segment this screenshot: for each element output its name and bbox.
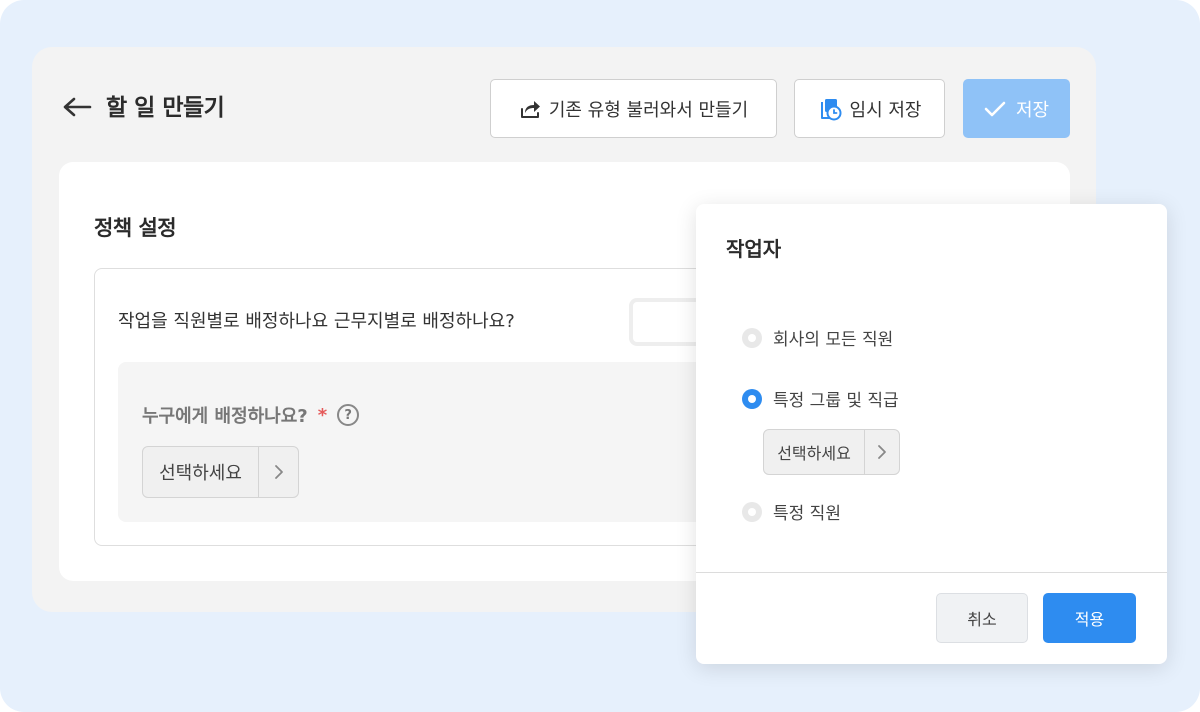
check-icon: [984, 101, 1006, 116]
help-icon[interactable]: ?: [337, 404, 360, 426]
arrow-left-icon: [63, 97, 92, 117]
required-mark: *: [317, 404, 328, 426]
assign-question-label: 작업을 직원별로 배정하나요 근무지별로 배정하나요?: [118, 311, 515, 332]
group-select-text: 선택하세요: [764, 430, 865, 474]
chevron-right-icon: [865, 430, 899, 474]
load-existing-type-label: 기존 유형 불러와서 만들기: [548, 99, 749, 121]
chevron-right-icon: [259, 447, 298, 497]
radio-specific-group[interactable]: 특정 그룹 및 직급: [742, 386, 899, 411]
assignee-select-text: 선택하세요: [143, 447, 259, 497]
temporary-save-button[interactable]: 임시 저장: [794, 79, 945, 138]
group-select[interactable]: 선택하세요: [763, 429, 900, 475]
section-title: 정책 설정: [94, 216, 177, 240]
radio-all-employees[interactable]: 회사의 모든 직원: [742, 325, 893, 350]
document-clock-icon: [820, 98, 842, 120]
radio-button-selected: [742, 388, 762, 409]
who-panel: [118, 362, 718, 522]
back-button[interactable]: [60, 92, 94, 122]
load-existing-type-button[interactable]: 기존 유형 불러와서 만들기: [490, 79, 777, 138]
radio-label: 특정 직원: [773, 504, 841, 524]
cancel-button[interactable]: 취소: [936, 593, 1028, 643]
save-label: 저장: [1015, 99, 1050, 121]
share-arrow-icon: [520, 100, 540, 118]
who-label-row: 누구에게 배정하나요? * ?: [142, 402, 360, 428]
modal-divider: [696, 572, 1167, 573]
page-title: 할 일 만들기: [106, 95, 225, 121]
radio-label: 회사의 모든 직원: [773, 330, 894, 350]
radio-button: [742, 501, 762, 522]
who-label: 누구에게 배정하나요?: [142, 406, 308, 427]
assignee-select[interactable]: 선택하세요: [142, 446, 299, 498]
radio-label: 특정 그룹 및 직급: [773, 391, 899, 411]
modal-title: 작업자: [726, 237, 782, 261]
radio-specific-employee[interactable]: 특정 직원: [742, 499, 841, 524]
apply-button[interactable]: 적용: [1043, 593, 1136, 643]
save-button[interactable]: 저장: [963, 79, 1070, 138]
temporary-save-label: 임시 저장: [849, 99, 922, 121]
radio-button: [742, 327, 762, 348]
